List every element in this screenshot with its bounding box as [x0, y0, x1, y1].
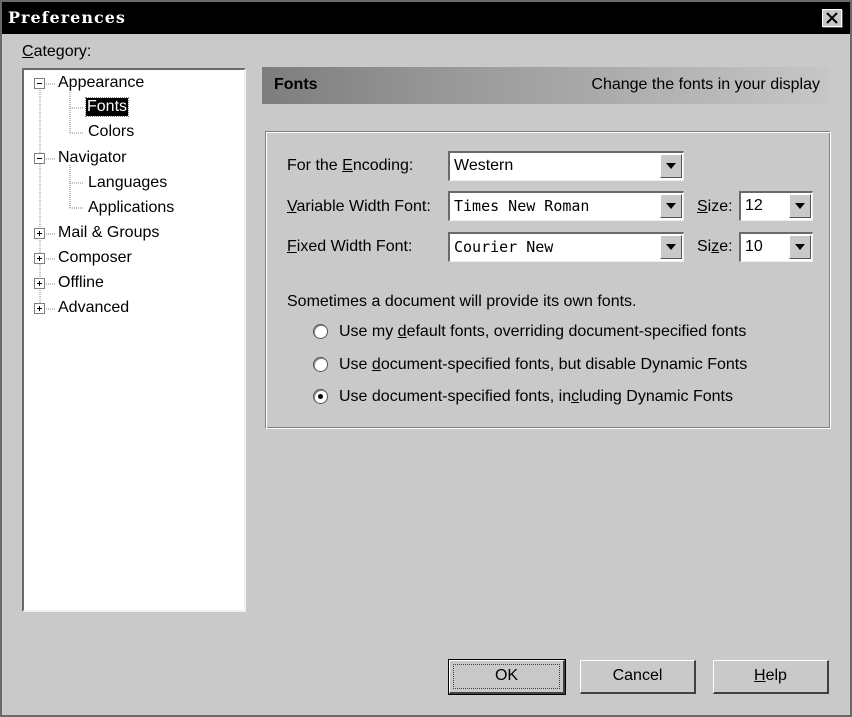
- expand-icon[interactable]: [34, 228, 46, 240]
- radio-label: Use document-specified fonts, but disabl…: [339, 356, 748, 373]
- fixed-width-font-value: Courier New: [454, 238, 554, 256]
- panel-description: Change the fonts in your display: [591, 76, 820, 93]
- tree-item-navigator[interactable]: Navigator: [58, 149, 126, 167]
- tree-item-appearance[interactable]: Appearance: [58, 74, 144, 92]
- encoding-label: For the Encoding:: [287, 157, 414, 174]
- close-button[interactable]: [822, 9, 842, 27]
- window-title: Preferences: [8, 8, 126, 27]
- tree-lines: [39, 83, 84, 314]
- variable-size-value: 12: [745, 197, 763, 214]
- title-bar[interactable]: Preferences: [2, 2, 850, 34]
- category-tree[interactable]: Appearance Fonts Colors Navigator Langua…: [22, 68, 246, 612]
- chevron-down-icon[interactable]: [660, 235, 682, 259]
- variable-width-font-select[interactable]: Times New Roman: [448, 191, 684, 221]
- tree-item-languages[interactable]: Languages: [88, 174, 167, 192]
- ok-button[interactable]: OK: [448, 659, 566, 695]
- variable-width-font-label: Variable Width Font:: [287, 198, 431, 215]
- variable-size-select[interactable]: 12: [739, 191, 813, 221]
- radio-button[interactable]: [313, 324, 328, 339]
- tree-item-mail-groups[interactable]: Mail & Groups: [58, 224, 159, 242]
- expand-icon[interactable]: [34, 253, 46, 265]
- variable-width-font-value: Times New Roman: [454, 197, 590, 215]
- expand-icon[interactable]: [34, 278, 46, 290]
- cancel-button[interactable]: Cancel: [580, 660, 696, 694]
- expand-icon[interactable]: [34, 303, 46, 315]
- encoding-value: Western: [454, 157, 514, 174]
- chevron-down-icon[interactable]: [789, 194, 811, 218]
- tree-item-fonts[interactable]: Fonts: [84, 97, 130, 117]
- panel-title: Fonts: [274, 76, 318, 93]
- radio-label: Use my default fonts, overriding documen…: [339, 323, 747, 340]
- fixed-size-label: Size:: [697, 238, 733, 255]
- category-label: Category:: [22, 43, 92, 60]
- tree-item-composer[interactable]: Composer: [58, 249, 132, 267]
- radio-button-selected[interactable]: [313, 389, 328, 404]
- collapse-icon[interactable]: [34, 153, 46, 165]
- help-button[interactable]: Help: [713, 660, 829, 694]
- chevron-down-icon[interactable]: [789, 235, 811, 259]
- fixed-width-font-select[interactable]: Courier New: [448, 232, 684, 262]
- fixed-width-font-label: Fixed Width Font:: [287, 238, 413, 255]
- tree-item-advanced[interactable]: Advanced: [58, 299, 129, 317]
- tree-item-applications[interactable]: Applications: [88, 199, 174, 217]
- chevron-down-icon[interactable]: [660, 154, 682, 178]
- tree-item-offline[interactable]: Offline: [58, 274, 104, 292]
- chevron-down-icon[interactable]: [660, 194, 682, 218]
- encoding-select[interactable]: Western: [448, 151, 684, 181]
- tree-item-colors[interactable]: Colors: [88, 123, 134, 141]
- panel-header: Fonts Change the fonts in your display: [262, 67, 830, 104]
- fixed-size-select[interactable]: 10: [739, 232, 813, 262]
- close-icon: [826, 12, 838, 24]
- radio-label: Use document-specified fonts, including …: [339, 388, 733, 405]
- variable-size-label: Size:: [697, 198, 733, 215]
- fixed-size-value: 10: [745, 238, 763, 255]
- radio-button[interactable]: [313, 357, 328, 372]
- document-fonts-intro: Sometimes a document will provide its ow…: [287, 293, 637, 310]
- collapse-icon[interactable]: [34, 78, 46, 90]
